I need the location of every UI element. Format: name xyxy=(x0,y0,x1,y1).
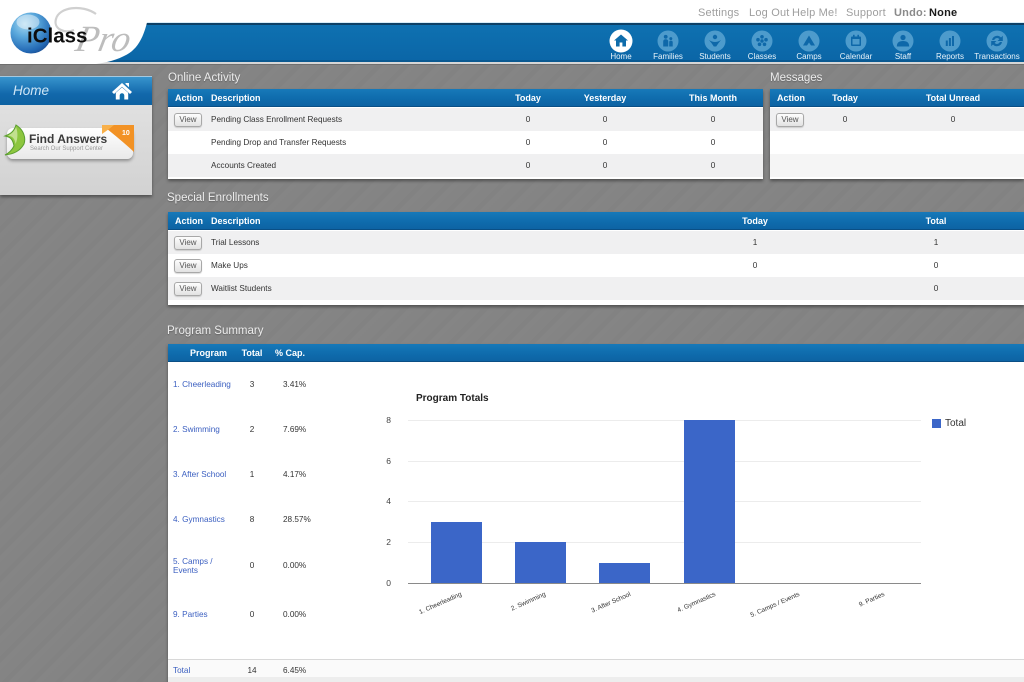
svg-text:iClass: iClass xyxy=(27,25,87,48)
svg-text:10: 10 xyxy=(122,130,130,137)
